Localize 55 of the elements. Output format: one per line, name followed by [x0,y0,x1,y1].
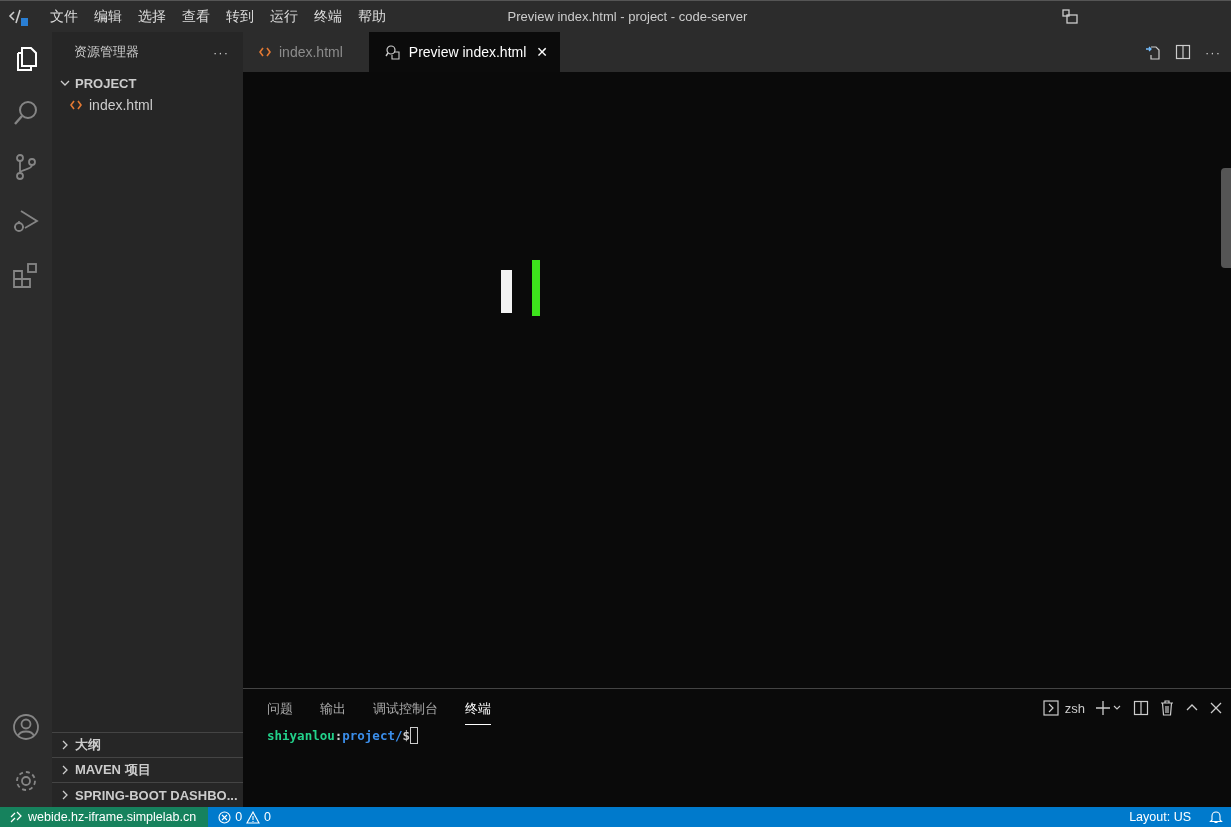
chevron-icon [60,78,70,88]
remote-icon [10,811,22,823]
section-header[interactable]: PROJECT [52,72,243,94]
menu-item[interactable]: 帮助 [350,7,394,26]
menu-item[interactable]: 查看 [174,7,218,26]
run-debug-icon [12,207,40,235]
panel-tab[interactable]: 问题 [267,691,293,725]
panel-tab[interactable]: 调试控制台 [373,691,438,725]
window-title: Preview index.html - project - code-server [506,9,749,24]
menu-item[interactable]: 运行 [262,7,306,26]
close-tab-button[interactable]: ✕ [536,44,549,60]
bell-icon[interactable] [1209,810,1223,824]
shell-name[interactable]: zsh [1064,700,1085,716]
more-actions-button[interactable]: ··· [1205,44,1221,60]
account-icon[interactable] [12,713,40,741]
split-editor-icon[interactable] [1175,44,1191,60]
section-title: MAVEN 项目 [75,761,151,779]
search-icon [12,99,40,127]
html-file-icon [259,47,271,57]
split-terminal-icon[interactable] [1133,700,1149,716]
section-title: 大纲 [75,736,101,754]
trash-icon[interactable] [1159,700,1175,716]
menu-item[interactable]: 文件 [42,7,86,26]
problems-indicator[interactable]: 0 0 [208,810,272,824]
editor-tab[interactable]: index.html [243,32,355,72]
file-name: index.html [89,97,153,113]
remote-indicator[interactable]: webide.hz-iframe.simplelab.cn [0,807,209,827]
section-title: PROJECT [75,75,137,91]
preview-icon [384,44,401,60]
open-source-icon[interactable] [1145,44,1161,60]
editor-tab[interactable]: Preview index.html ✕ [368,32,561,72]
more-actions-button[interactable]: ··· [213,44,229,60]
error-icon [218,810,232,824]
keyboard-layout[interactable]: Layout: US [1129,810,1191,824]
sidebar-title: 资源管理器 [74,43,139,61]
file-item[interactable]: index.html [52,94,243,116]
html-file-icon [70,100,82,110]
menu-item[interactable]: 终端 [306,7,350,26]
close-icon[interactable] [1209,701,1223,715]
menu-item[interactable]: 选择 [130,7,174,26]
menu-item[interactable]: 转到 [218,7,262,26]
add-terminal-icon[interactable] [1095,700,1123,716]
scroll-handle[interactable] [1221,168,1231,268]
terminal-icon [1042,700,1059,716]
panel-tab[interactable]: 输出 [320,691,346,725]
warning-icon [246,810,261,824]
chevron-icon [60,740,70,750]
layout-icon[interactable] [1062,8,1079,25]
extensions-icon [12,261,40,289]
terminal-prompt: shiyanlou:project/$ [243,727,1231,744]
chevron-icon [60,790,70,800]
section-title: SPRING-BOOT DASHBO... [75,787,238,803]
panel-tab[interactable]: 终端 [465,691,491,725]
chevron-icon [60,765,70,775]
menu-item[interactable]: 编辑 [86,7,130,26]
